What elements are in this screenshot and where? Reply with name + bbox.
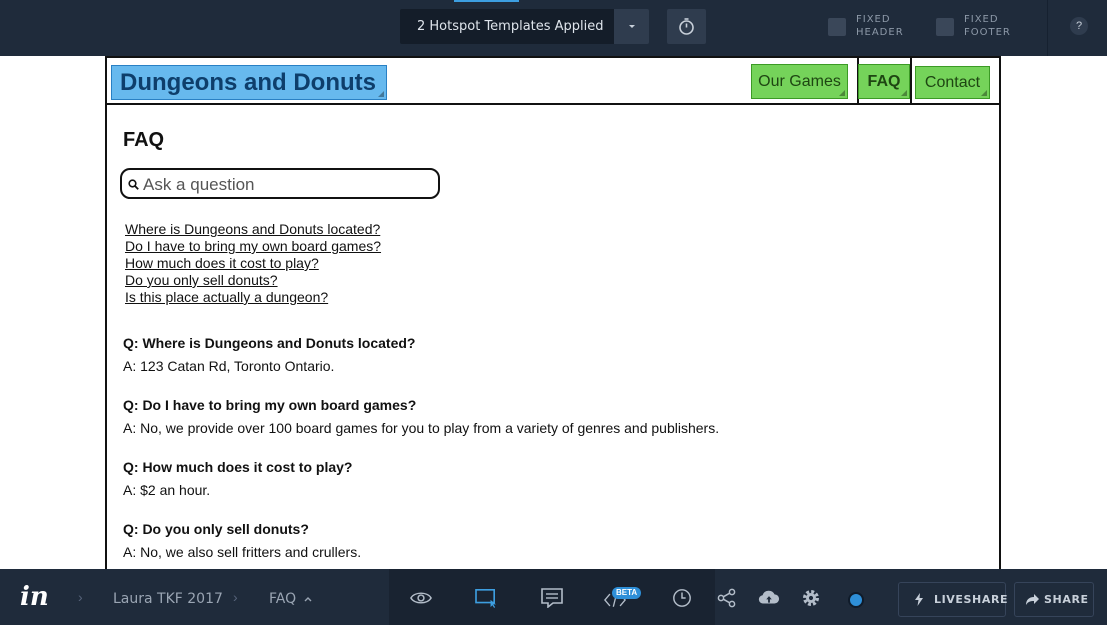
hotspot-corner-icon	[378, 91, 384, 97]
logo-hotspot[interactable]: Dungeons and Donuts	[111, 65, 387, 100]
fixed-header-label: FIXED HEADER	[856, 13, 904, 39]
fixed-header-checkbox[interactable]	[828, 18, 846, 36]
qa-item: Q: Where is Dungeons and Donuts located?…	[123, 335, 415, 375]
question-text: Q: How much does it cost to play?	[123, 459, 353, 475]
nav-our-games-label: Our Games	[758, 73, 841, 90]
question-link[interactable]: Is this place actually a dungeon?	[125, 289, 381, 306]
qa-item: Q: Do I have to bring my own board games…	[123, 397, 719, 437]
user-status-avatar[interactable]	[848, 592, 864, 608]
nav-contact-label: Contact	[924, 74, 981, 91]
help-icon[interactable]: ?	[1070, 17, 1088, 35]
fixed-header-label-line1: FIXED	[856, 14, 891, 25]
answer-text: A: No, we provide over 100 board games f…	[123, 420, 720, 436]
share-arrow-icon	[1026, 594, 1039, 605]
nav-our-games-hotspot[interactable]: Our Games	[751, 64, 848, 99]
liveshare-label: LIVESHARE	[934, 593, 1009, 606]
hotspot-templates-dropdown[interactable]: 2 Hotspot Templates Applied	[400, 9, 614, 44]
hotspot-corner-icon	[839, 90, 845, 96]
question-link[interactable]: Do I have to bring my own board games?	[125, 238, 381, 255]
question-link[interactable]: Do you only sell donuts?	[125, 272, 381, 289]
lightning-icon	[915, 593, 923, 606]
answer-text: A: No, we also sell fritters and cruller…	[123, 544, 362, 560]
beta-badge: BETA	[612, 587, 642, 599]
breadcrumb-project[interactable]: Laura TKF 2017	[113, 591, 223, 607]
fixed-footer-label-line1: FIXED	[964, 14, 999, 25]
chevron-right-icon: ›	[78, 589, 83, 605]
nav-faq-label: FAQ	[867, 73, 901, 90]
search-icon	[128, 179, 139, 190]
chevron-down-icon[interactable]	[614, 9, 649, 44]
stopwatch-icon	[679, 18, 694, 35]
share-nodes-icon[interactable]	[716, 588, 738, 608]
share-label: SHARE	[1044, 593, 1089, 606]
help-area: ?	[1047, 0, 1107, 56]
preview-eye-icon[interactable]	[410, 588, 432, 608]
qa-item: Q: How much does it cost to play? A: $2 …	[123, 459, 352, 499]
top-toolbar: 2 Hotspot Templates Applied FIXED HEADER…	[0, 0, 1107, 56]
search-placeholder: Ask a question	[143, 175, 255, 194]
question-link[interactable]: How much does it cost to play?	[125, 255, 381, 272]
question-link[interactable]: Where is Dungeons and Donuts located?	[125, 221, 381, 238]
nav-contact-hotspot[interactable]: Contact	[915, 66, 990, 99]
fixed-header-label-line2: HEADER	[856, 27, 904, 38]
hotspot-corner-icon	[901, 90, 907, 96]
question-text: Q: Do I have to bring my own board games…	[123, 397, 417, 413]
bottom-toolbar: in › Laura TKF 2017 › FAQ BETA LIVESHARE…	[0, 569, 1107, 625]
answer-text: A: 123 Catan Rd, Toronto Ontario.	[123, 358, 335, 374]
qa-item: Q: Do you only sell donuts? A: No, we al…	[123, 521, 361, 561]
timer-button[interactable]	[667, 9, 706, 44]
answer-text: A: $2 an hour.	[123, 482, 211, 498]
nav-faq-hotspot[interactable]: FAQ	[858, 64, 910, 99]
logo-text: Dungeons and Donuts	[120, 69, 376, 96]
question-link-list: Where is Dungeons and Donuts located? Do…	[125, 221, 381, 306]
active-mode-indicator	[454, 0, 519, 2]
question-text: Q: Where is Dungeons and Donuts located?	[123, 335, 416, 351]
liveshare-button[interactable]: LIVESHARE	[898, 582, 1009, 617]
invision-logo[interactable]: in	[20, 583, 49, 611]
hotspot-corner-icon	[981, 90, 987, 96]
history-clock-icon[interactable]	[671, 588, 693, 608]
prototype-canvas: Dungeons and Donuts Our Games FAQ Contac…	[0, 56, 1107, 569]
build-mode-icon[interactable]	[475, 588, 497, 608]
fixed-footer-label-line2: FOOTER	[964, 27, 1011, 38]
question-text: Q: Do you only sell donuts?	[123, 521, 309, 537]
comment-icon[interactable]	[541, 588, 563, 608]
cloud-upload-icon[interactable]	[758, 588, 780, 608]
chevron-up-icon[interactable]	[304, 596, 312, 602]
page-title: FAQ	[123, 129, 165, 151]
settings-gear-icon[interactable]	[800, 588, 822, 608]
fixed-footer-label: FIXED FOOTER	[964, 13, 1011, 39]
chevron-right-icon: ›	[233, 589, 238, 605]
search-input[interactable]: Ask a question	[120, 168, 440, 199]
share-button[interactable]: SHARE	[1014, 582, 1094, 617]
fixed-footer-checkbox[interactable]	[936, 18, 954, 36]
breadcrumb-screen[interactable]: FAQ	[269, 591, 296, 607]
